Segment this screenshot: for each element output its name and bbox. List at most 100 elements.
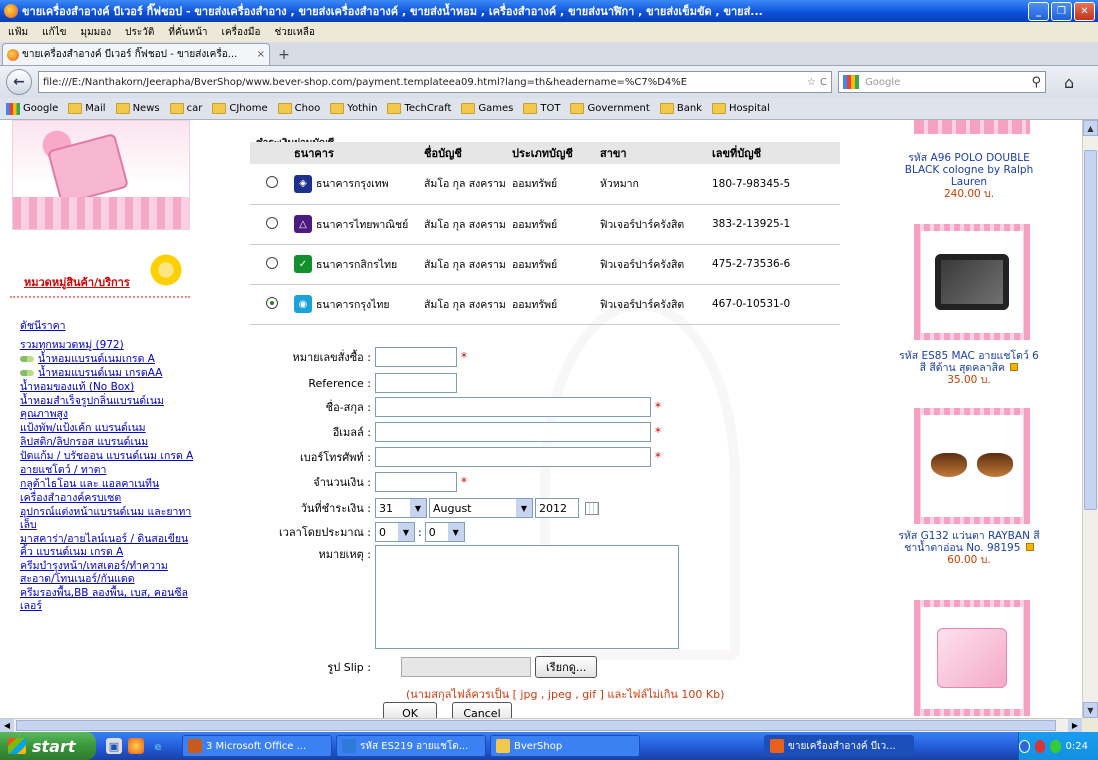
- bookmark-car[interactable]: car: [169, 103, 202, 114]
- firefox-icon[interactable]: [128, 738, 144, 754]
- tab-close-icon[interactable]: ×: [257, 49, 265, 60]
- category-link[interactable]: น้ำหอมของแท้ (No Box): [20, 381, 134, 394]
- bookmark-mail[interactable]: Mail: [68, 103, 106, 114]
- menu-view[interactable]: มุมมอง: [81, 25, 112, 40]
- minute-select[interactable]: 0 ▼: [424, 522, 465, 542]
- product-card[interactable]: รหัส A96 POLO DOUBLE BLACK cologne by Ra…: [898, 152, 1040, 200]
- menu-edit[interactable]: แก้ไข: [42, 25, 66, 40]
- email-input[interactable]: [375, 422, 651, 442]
- product-image-blush[interactable]: [914, 600, 1030, 716]
- required-marker: *: [461, 475, 467, 489]
- amount-input[interactable]: [375, 472, 457, 492]
- bookmark-news[interactable]: News: [115, 103, 160, 114]
- taskbar-button[interactable]: รหัส ES219 อายแชโด...: [336, 735, 486, 757]
- month-select[interactable]: August ▼: [429, 498, 533, 518]
- bank-radio[interactable]: [266, 216, 278, 229]
- bookmark-yothin[interactable]: Yothin: [330, 103, 377, 114]
- vertical-scrollbar[interactable]: ▲ ▼: [1082, 120, 1098, 718]
- taskbar-button[interactable]: 3 Microsoft Office ...: [182, 735, 332, 757]
- show-desktop-icon[interactable]: ▣: [106, 738, 122, 754]
- slip-file-input[interactable]: [401, 657, 531, 677]
- day-select[interactable]: 31 ▼: [375, 498, 427, 518]
- hscroll-thumb[interactable]: [16, 720, 1056, 731]
- scroll-left-icon[interactable]: ◀: [0, 719, 14, 732]
- category-link[interactable]: กลูต้าไธโอน และ แอลคาเนทีน: [20, 478, 159, 491]
- product-card[interactable]: รหัส G132 แว่นตา RAYBAN สีชาน้ำตาอ่อน No…: [898, 530, 1040, 566]
- category-link[interactable]: น้ำหอมสำเร็จรูปกลิ่นแบรนด์เนมคุณภาพสูง: [20, 395, 200, 421]
- remark-textarea[interactable]: [375, 545, 679, 649]
- new-tab-button[interactable]: +: [272, 45, 296, 65]
- minimize-button[interactable]: _: [1028, 1, 1049, 21]
- bookmark-bank[interactable]: Bank: [659, 103, 702, 114]
- calendar-icon[interactable]: [585, 501, 599, 515]
- bookmark-star-icon[interactable]: ☆: [807, 77, 816, 88]
- reference-input[interactable]: [375, 373, 457, 393]
- menu-help[interactable]: ช่วยเหลือ: [275, 25, 315, 40]
- folder-icon: [277, 103, 292, 114]
- category-link[interactable]: มาสคาร่า/อายไลน์เนอร์ / ดินสอเขียนคิ้ว แ…: [20, 533, 200, 559]
- bookmark-tot[interactable]: TOT: [523, 103, 560, 114]
- bookmark-hospital[interactable]: Hospital: [711, 103, 770, 114]
- category-link[interactable]: ลิปสติก/ลิปกรอส แบรนด์เนม: [20, 436, 148, 449]
- category-link[interactable]: ดัชนีราคา: [20, 320, 66, 333]
- category-link[interactable]: อุปกรณ์แต่งหน้าแบรนด์เนม และยาทาเล็บ: [20, 506, 200, 532]
- phone-input[interactable]: [375, 447, 651, 467]
- url-bar[interactable]: file:///E:/Nanthakorn/Jeerapha/BverShop/…: [38, 71, 832, 93]
- category-link[interactable]: เครื่องสำอางค์ครบเซต: [20, 492, 121, 505]
- taskbar-button[interactable]: BverShop: [490, 735, 640, 757]
- start-button[interactable]: start: [0, 732, 96, 760]
- menu-bookmarks[interactable]: ที่คั่นหน้า: [168, 25, 207, 40]
- network-icon[interactable]: [1019, 739, 1030, 753]
- bank-radio[interactable]: [266, 296, 278, 309]
- scroll-right-icon[interactable]: ▶: [1068, 719, 1082, 732]
- taskbar-button[interactable]: ขายเครื่องสำอางค์ บีเว...: [764, 735, 914, 757]
- close-button[interactable]: ✕: [1074, 1, 1095, 21]
- year-input[interactable]: 2012: [535, 498, 579, 518]
- category-link[interactable]: อายแชโดว์ / ทาตา: [20, 464, 106, 477]
- category-link[interactable]: ครีมบำรุงหน้า/เทสเตอร์/ทำความสะอาด/โทนเน…: [20, 560, 200, 586]
- home-icon[interactable]: ⌂: [1064, 73, 1074, 92]
- scroll-up-icon[interactable]: ▲: [1083, 120, 1098, 136]
- hour-select[interactable]: 0 ▼: [375, 522, 415, 542]
- bank-radio[interactable]: [266, 256, 278, 269]
- category-link[interactable]: ปัดแก้ม / บรัชออน แบรนด์เนม เกรด A: [20, 450, 193, 463]
- bookmark-choo[interactable]: Choo: [277, 103, 320, 114]
- bank-row: ◈ ธนาคารกรุงเทพ สัมโอ กุล สงคราม ออมทรัพย์ห…: [250, 164, 840, 205]
- reload-icon[interactable]: C: [820, 77, 827, 88]
- order-number-input[interactable]: [375, 347, 457, 367]
- account-name-cell: สัมโอ กุล สงคราม: [420, 204, 508, 245]
- ie-icon[interactable]: e: [150, 738, 166, 754]
- bank-radio[interactable]: [266, 176, 278, 189]
- back-button[interactable]: ←: [6, 69, 32, 95]
- category-link[interactable]: ครีมรองพื้น,BB ลองพื้น, เบส, คอนซีลเลอร์: [20, 587, 200, 613]
- bookmark-games[interactable]: Games: [461, 103, 513, 114]
- tab-current[interactable]: ขายเครื่องสำอางค์ บีเวอร์ กิ๊ฟชอป - ขายส…: [2, 43, 270, 65]
- product-card[interactable]: รหัส ES85 MAC อายแชโดว์ 6 สี สีด้าน สุดค…: [898, 350, 1040, 386]
- category-link[interactable]: น้ำหอมแบรนด์เนมเกรด A: [38, 353, 155, 366]
- product-image-sunglasses[interactable]: [914, 408, 1030, 524]
- menu-history[interactable]: ประวัติ: [125, 25, 154, 40]
- search-icon[interactable]: ⚲: [1031, 75, 1041, 90]
- scroll-down-icon[interactable]: ▼: [1083, 702, 1098, 718]
- product-image-eyeshadow[interactable]: [914, 224, 1030, 340]
- security-icon[interactable]: [1034, 739, 1046, 753]
- ok-button[interactable]: OK: [383, 702, 437, 718]
- search-input[interactable]: Google ⚲: [838, 71, 1046, 93]
- menu-file[interactable]: แฟ้ม: [8, 25, 28, 40]
- category-link[interactable]: น้ำหอมแบรนด์เนม เกรดAA: [38, 367, 162, 380]
- bookmark-google[interactable]: Google: [6, 102, 58, 115]
- bookmark-cjhome[interactable]: CJhome: [212, 103, 268, 114]
- category-link[interactable]: แป้งพัพ/แป้งเค้ก แบรนด์เนม: [20, 422, 146, 435]
- browse-button[interactable]: เรียกดู...: [535, 656, 598, 678]
- fullname-row: ชื่อ-สกุล : *: [200, 396, 661, 418]
- fullname-input[interactable]: [375, 397, 651, 417]
- bookmark-government[interactable]: Government: [570, 103, 650, 114]
- bookmark-techcraft[interactable]: TechCraft: [387, 103, 451, 114]
- maximize-button[interactable]: ❐: [1051, 1, 1072, 21]
- horizontal-scrollbar[interactable]: ◀ ▶: [0, 718, 1082, 732]
- cancel-button[interactable]: Cancel: [452, 702, 512, 718]
- category-link[interactable]: รวมทุกหมวดหมู่ (972): [20, 339, 124, 352]
- wireless-icon[interactable]: [1050, 739, 1061, 753]
- scroll-thumb[interactable]: [1084, 150, 1097, 510]
- menu-tools[interactable]: เครื่องมือ: [222, 25, 261, 40]
